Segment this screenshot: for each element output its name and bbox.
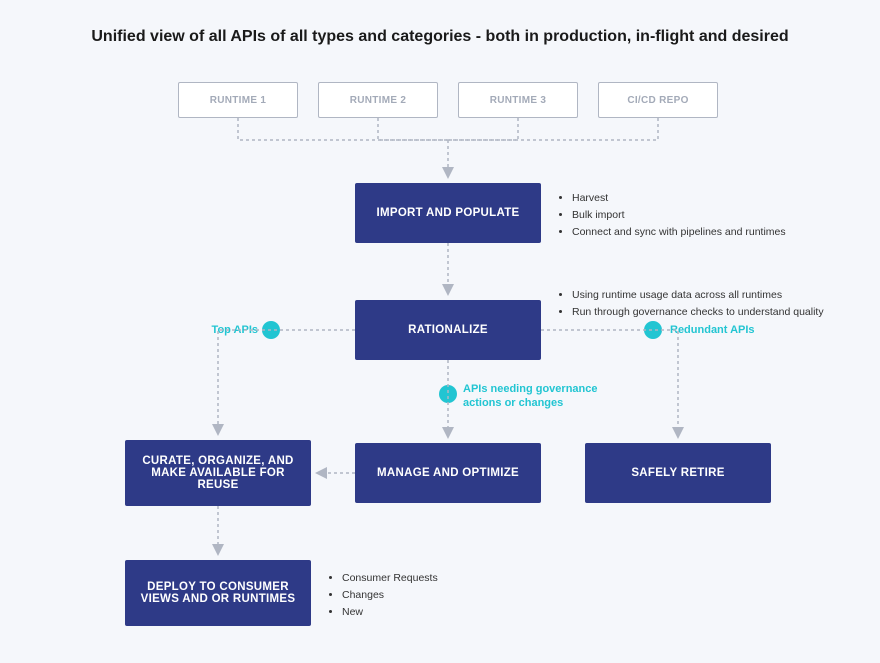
bullet-item: New: [342, 604, 488, 621]
step-import: IMPORT AND POPULATE: [355, 183, 541, 243]
bullet-item: Using runtime usage data across all runt…: [572, 287, 858, 304]
diagram-title: Unified view of all APIs of all types an…: [0, 28, 880, 46]
source-runtime1: RUNTIME 1: [178, 82, 298, 118]
step-manage: MANAGE AND OPTIMIZE: [355, 443, 541, 503]
bullet-item: Bulk import: [572, 207, 828, 224]
bullets-deploy: Consumer Requests Changes New: [328, 570, 488, 620]
label-governance: APIs needing governance actions or chang…: [463, 382, 613, 411]
bullet-item: Consumer Requests: [342, 570, 488, 587]
dot-governance: [439, 385, 457, 403]
bullet-item: Harvest: [572, 190, 828, 207]
label-top-apis: Top APIs: [198, 324, 258, 336]
step-curate: CURATE, ORGANIZE, AND MAKE AVAILABLE FOR…: [125, 440, 311, 506]
step-retire: SAFELY RETIRE: [585, 443, 771, 503]
label-redundant: Redundant APIs: [670, 324, 790, 336]
step-rationalize: RATIONALIZE: [355, 300, 541, 360]
bullet-item: Connect and sync with pipelines and runt…: [572, 224, 828, 241]
step-deploy: DEPLOY TO CONSUMER VIEWS AND OR RUNTIMES: [125, 560, 311, 626]
bullets-rationalize: Using runtime usage data across all runt…: [558, 287, 858, 321]
dot-top-apis: [262, 321, 280, 339]
bullets-import: Harvest Bulk import Connect and sync wit…: [558, 190, 828, 240]
bullet-item: Run through governance checks to underst…: [572, 304, 858, 321]
source-runtime3: RUNTIME 3: [458, 82, 578, 118]
bullet-item: Changes: [342, 587, 488, 604]
dot-redundant: [644, 321, 662, 339]
source-cicd: CI/CD REPO: [598, 82, 718, 118]
source-runtime2: RUNTIME 2: [318, 82, 438, 118]
